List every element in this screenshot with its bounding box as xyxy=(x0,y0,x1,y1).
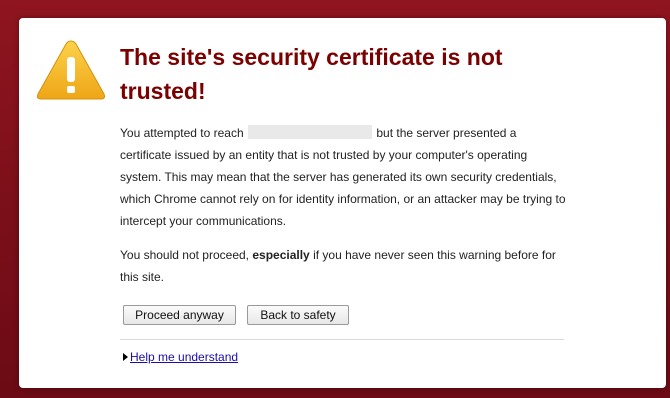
warning-icon xyxy=(36,40,106,100)
help-section: Help me understand xyxy=(123,348,238,366)
advice-emphasis: especially xyxy=(252,248,310,262)
disclosure-triangle-icon[interactable] xyxy=(123,353,128,361)
explanation-text-start: You attempted to reach xyxy=(120,126,244,140)
help-me-understand-link[interactable]: Help me understand xyxy=(130,350,238,364)
back-to-safety-button[interactable]: Back to safety xyxy=(247,305,349,325)
interstitial-card: The site's security certificate is not t… xyxy=(19,18,666,388)
explanation-text-end: but the server presented a certificate i… xyxy=(120,126,566,228)
page-title: The site's security certificate is not t… xyxy=(120,44,503,104)
redacted-hostname xyxy=(248,125,372,139)
explanation-paragraph: You attempted to reach but the server pr… xyxy=(120,122,570,232)
advice-text-start: You should not proceed, xyxy=(120,248,249,262)
advice-paragraph: You should not proceed, especially if yo… xyxy=(120,244,570,288)
divider xyxy=(120,339,564,340)
proceed-anyway-button[interactable]: Proceed anyway xyxy=(123,305,236,325)
